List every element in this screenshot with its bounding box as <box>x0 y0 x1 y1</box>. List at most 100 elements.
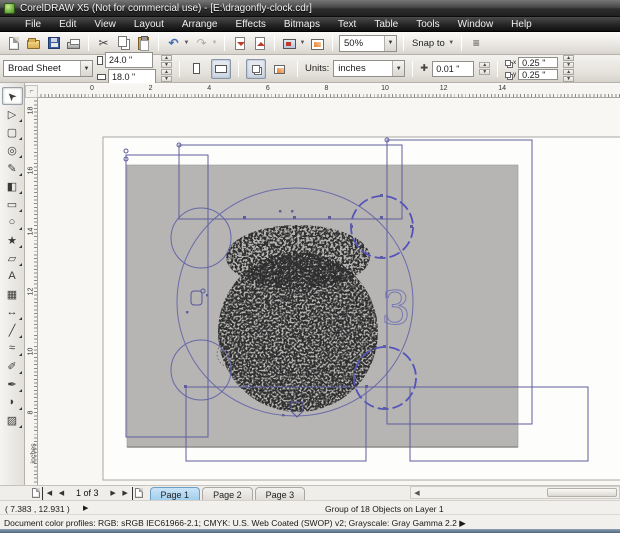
shape-tool[interactable]: ▷ <box>2 105 23 123</box>
application-launcher-button[interactable] <box>281 35 298 52</box>
cut-button[interactable]: ✂ <box>95 35 112 52</box>
zoom-dropdown-button[interactable]: ▼ <box>384 35 396 51</box>
tab-page-2[interactable]: Page 2 <box>202 486 253 501</box>
table-tool[interactable]: ▦ <box>2 285 23 303</box>
snap-to-button[interactable]: Snap to <box>412 38 445 49</box>
menu-text[interactable]: Text <box>329 17 365 32</box>
menu-table[interactable]: Table <box>365 17 407 32</box>
save-button[interactable] <box>45 35 62 52</box>
v-ruler-tick-12: 12 <box>27 287 35 296</box>
menu-edit[interactable]: Edit <box>50 17 85 32</box>
menu-effects[interactable]: Effects <box>226 17 274 32</box>
redo-dropdown-arrow[interactable]: ▼ <box>211 40 218 46</box>
zoom-level-combobox[interactable]: 50% ▼ <box>339 34 397 52</box>
current-page-button[interactable] <box>270 59 290 79</box>
add-page-start-button[interactable] <box>29 487 42 500</box>
paste-icon <box>138 35 149 51</box>
snap-to-dropdown-arrow[interactable]: ▼ <box>448 40 455 46</box>
crop-tool[interactable]: ▢ <box>2 123 23 141</box>
previous-page-button[interactable]: ◀ <box>55 487 68 500</box>
status-flyout-arrow[interactable]: ▶ <box>83 504 88 512</box>
interactive-fill-tool[interactable]: ▨ <box>2 411 23 429</box>
menu-view[interactable]: View <box>85 17 125 32</box>
next-page-button[interactable]: ▶ <box>107 487 120 500</box>
page-preset-combobox[interactable]: Broad Sheet ▼ <box>3 60 93 77</box>
basic-shapes-tool[interactable]: ▱ <box>2 249 23 267</box>
menu-window[interactable]: Window <box>449 17 503 32</box>
landscape-button[interactable] <box>210 58 231 79</box>
canvas-viewport[interactable]: 3 <box>38 98 620 485</box>
ellipse-tool-icon: ○ <box>8 216 16 228</box>
clock-numeral-3[interactable]: 3 <box>381 281 411 336</box>
drawing-canvas[interactable]: 3 <box>38 98 620 485</box>
redo-button[interactable]: ↷ <box>193 35 210 52</box>
menu-help[interactable]: Help <box>502 17 541 32</box>
page-size-spinner[interactable]: ▲ ▼ ▲ ▼ <box>161 55 172 82</box>
units-combobox[interactable]: inches ▼ <box>333 60 406 77</box>
all-pages-button[interactable] <box>245 58 266 79</box>
add-page-icon <box>135 488 144 498</box>
flyout-indicator <box>18 407 22 410</box>
page-indicator: 1 of 3 <box>76 488 99 498</box>
polygon-tool-icon: ★ <box>7 234 17 247</box>
outline-pen-tool[interactable]: ✒ <box>2 375 23 393</box>
connector-tool[interactable]: ╱ <box>2 321 23 339</box>
menu-tools[interactable]: Tools <box>407 17 448 32</box>
ruler-origin-button[interactable]: ⌐ <box>25 85 38 98</box>
v-ruler-tick-10: 10 <box>27 347 35 356</box>
menu-file[interactable]: File <box>16 17 50 32</box>
polygon-tool[interactable]: ★ <box>2 231 23 249</box>
menu-bitmaps[interactable]: Bitmaps <box>275 17 329 32</box>
nudge-distance-field[interactable]: 0.01 " <box>432 60 475 77</box>
duplicate-y-field[interactable]: 0.25 " <box>518 69 559 80</box>
flyout-indicator <box>18 389 22 392</box>
launcher-dropdown-arrow[interactable]: ▼ <box>299 40 306 46</box>
pick-tool[interactable]: ➤ <box>1 87 23 105</box>
scroll-left-arrow[interactable]: ◀ <box>411 489 423 497</box>
undo-dropdown-arrow[interactable]: ▼ <box>183 40 190 46</box>
tab-page-3[interactable]: Page 3 <box>254 486 306 501</box>
freehand-tool[interactable]: ✎ <box>2 159 23 177</box>
interactive-fill-tool-icon: ▨ <box>6 414 18 427</box>
tab-page-1[interactable]: Page 1 <box>149 486 201 501</box>
horizontal-scrollbar[interactable]: ◀ <box>410 486 620 499</box>
export-button[interactable] <box>251 35 268 52</box>
add-page-end-button[interactable] <box>133 487 146 500</box>
blend-tool[interactable]: ≈ <box>2 339 23 357</box>
first-page-button[interactable]: ◀ <box>42 486 55 500</box>
menu-arrange[interactable]: Arrange <box>173 17 227 32</box>
rectangle-tool[interactable]: ▭ <box>2 195 23 213</box>
flyout-indicator <box>18 119 22 122</box>
open-button[interactable] <box>25 35 42 52</box>
copy-button[interactable] <box>115 35 132 52</box>
portrait-button[interactable] <box>187 59 207 79</box>
zoom-tool-icon: ◎ <box>7 144 17 157</box>
scrollbar-thumb[interactable] <box>547 488 617 497</box>
vertical-ruler[interactable]: inches 18 16 14 12 10 8 <box>25 98 38 485</box>
new-document-button[interactable] <box>5 35 22 52</box>
text-tool[interactable]: A <box>2 267 23 285</box>
zoom-tool[interactable]: ◎ <box>2 141 23 159</box>
duplicate-spinner[interactable]: ▲ ▼ ▲ ▼ <box>563 55 575 82</box>
smart-fill-tool[interactable]: ◧ <box>2 177 23 195</box>
undo-button[interactable]: ↶ <box>165 35 182 52</box>
welcome-screen-button[interactable] <box>309 35 326 52</box>
ellipse-tool[interactable]: ○ <box>2 213 23 231</box>
freehand-tool-icon: ✎ <box>7 162 17 175</box>
menu-layout[interactable]: Layout <box>125 17 173 32</box>
horizontal-ruler[interactable]: 0 2 4 6 8 10 12 14 <box>38 85 620 98</box>
fill-tool[interactable]: ◗ <box>2 393 23 411</box>
import-button[interactable] <box>231 35 248 52</box>
dimension-tool[interactable]: ↔ <box>2 303 23 321</box>
print-button[interactable] <box>65 35 82 52</box>
paste-button[interactable] <box>135 35 152 52</box>
units-dropdown-button[interactable]: ▼ <box>392 61 405 76</box>
page-preset-dropdown-button[interactable]: ▼ <box>80 61 92 76</box>
duplicate-x-field[interactable]: 0.25 " <box>518 57 559 68</box>
options-button[interactable]: ≡ <box>468 35 485 52</box>
nudge-spinner[interactable]: ▲ ▼ <box>479 62 491 75</box>
page-width-field[interactable]: 24.0 " <box>105 52 153 68</box>
eyedropper-tool[interactable]: ✐ <box>2 357 23 375</box>
last-page-button[interactable]: ▶ <box>120 486 133 500</box>
connector-tool-icon: ╱ <box>8 324 16 337</box>
